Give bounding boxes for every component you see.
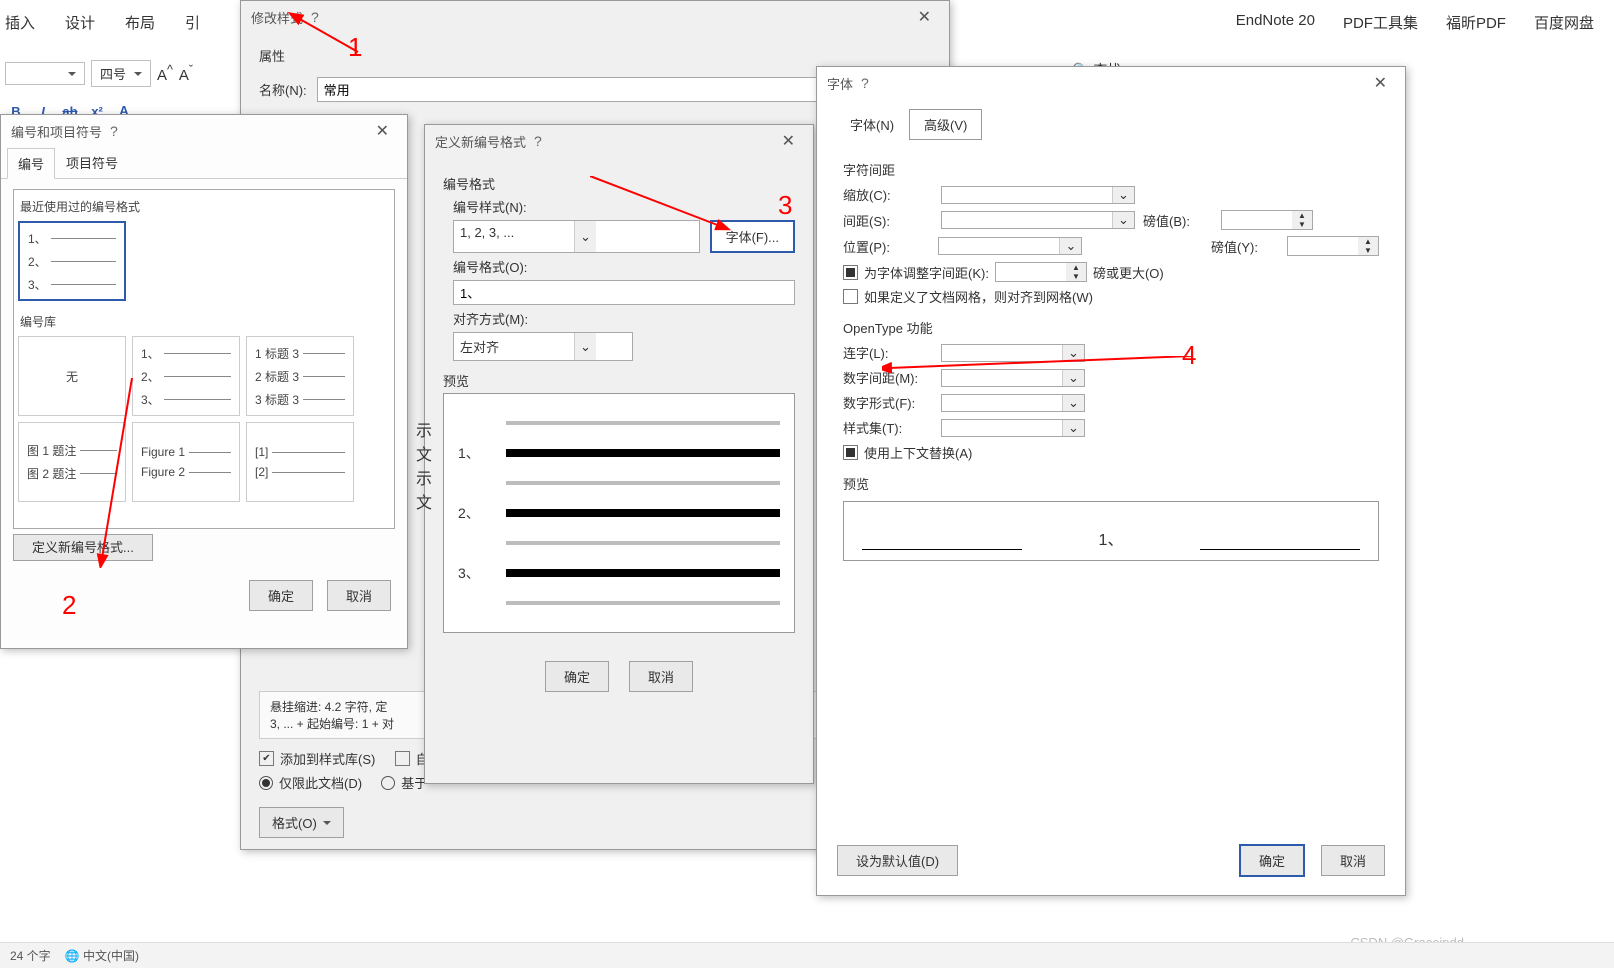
numform-dropdown[interactable]: ⌄ (941, 394, 1085, 412)
bullets-help-icon[interactable]: ? (102, 123, 126, 139)
spacing-pt-spinner[interactable]: ▲▼ (1221, 210, 1313, 230)
opentype-section: OpenType 功能 (843, 318, 1379, 337)
scale-dropdown[interactable]: ⌄ (941, 186, 1135, 204)
lib-item-figen[interactable]: Figure 1 Figure 2 (132, 422, 240, 502)
font-close-icon[interactable]: ✕ (1366, 73, 1395, 93)
newnum-title: 定义新编号格式 (435, 132, 526, 151)
chk-context[interactable] (843, 445, 858, 460)
styleset-label: 样式集(T): (843, 418, 933, 437)
lib-item-cn[interactable]: 1、 2、 3、 (132, 336, 240, 416)
chk-kern[interactable] (843, 265, 858, 280)
chk-addlib[interactable]: ✔ (259, 751, 274, 766)
num-format-input[interactable] (453, 280, 795, 305)
tab-design[interactable]: 设计 (65, 12, 95, 33)
tab-font-advanced[interactable]: 高级(V) (909, 109, 982, 140)
position-dropdown[interactable]: ⌄ (938, 237, 1082, 255)
tab-endnote[interactable]: EndNote 20 (1236, 12, 1315, 33)
numsp-dropdown[interactable]: ⌄ (941, 369, 1085, 387)
position-label: 位置(P): (843, 237, 930, 256)
styleset-dropdown[interactable]: ⌄ (941, 419, 1085, 437)
bullets-dialog: 编号和项目符号 ? ✕ 编号 项目符号 最近使用过的编号格式 1、 2、 3、 … (0, 114, 408, 649)
tab-ref[interactable]: 引 (185, 12, 200, 33)
font-cancel-button[interactable]: 取消 (1321, 845, 1385, 876)
radio-tmpl[interactable] (381, 776, 395, 790)
tab-layout[interactable]: 布局 (125, 12, 155, 33)
font-preview: 1、 (843, 501, 1379, 561)
tab-foxit[interactable]: 福昕PDF (1446, 12, 1506, 33)
position-pt-spinner[interactable]: ▲▼ (1287, 236, 1379, 256)
lang-indicator[interactable]: 🌐 中文(中国) (65, 947, 139, 964)
bg-text: 示文示文 (416, 420, 432, 516)
newnum-cancel-button[interactable]: 取消 (629, 661, 693, 692)
wordcount: 24 个字 (10, 947, 51, 964)
font-button[interactable]: 字体(F)... (710, 220, 795, 253)
lib-item-heading[interactable]: 1 标题 3 2 标题 3 3 标题 3 (246, 336, 354, 416)
kern-spinner[interactable]: ▲▼ (995, 262, 1087, 282)
tab-font-basic[interactable]: 字体(N) (835, 109, 909, 140)
lib-item-figcn[interactable]: 图 1 题注 图 2 题注 (18, 422, 126, 502)
font-dialog: 字体 ? ✕ 字体(N) 高级(V) 字符间距 缩放(C): ⌄ 间距(S): … (816, 66, 1406, 896)
tab-numbering[interactable]: 编号 (7, 148, 55, 179)
font-default-button[interactable]: 设为默认值(D) (837, 845, 958, 876)
tab-bullets[interactable]: 项目符号 (55, 147, 129, 178)
ribbon-tabs: 插入 设计 布局 引 (5, 12, 200, 33)
numform-label: 数字形式(F): (843, 393, 933, 412)
bullets-ok-button[interactable]: 确定 (249, 580, 313, 611)
spacing-section: 字符间距 (843, 160, 1379, 179)
newnum-help-icon[interactable]: ? (526, 133, 550, 149)
modify-name-label: 名称(N): (259, 80, 307, 99)
num-align-dropdown[interactable]: 左对齐⌄ (453, 332, 633, 361)
ribbon-fontsize-row: 四号 A^ Aˇ (5, 60, 193, 87)
radio-docOnly[interactable] (259, 776, 273, 790)
section-library: 编号库 (18, 309, 390, 334)
newnum-close-icon[interactable]: ✕ (774, 131, 803, 151)
font-preview-label: 预览 (843, 474, 1379, 493)
num-format-label: 编号格式(O): (453, 257, 795, 276)
font-ok-button[interactable]: 确定 (1239, 844, 1305, 877)
define-new-num-button[interactable]: 定义新编号格式... (13, 534, 153, 561)
num-style-label: 编号样式(N): (453, 197, 795, 216)
chk-snap-grid[interactable] (843, 289, 858, 304)
section-recent: 最近使用过的编号格式 (18, 194, 390, 219)
spacing-dropdown[interactable]: ⌄ (941, 211, 1135, 229)
bullets-close-icon[interactable]: ✕ (368, 121, 397, 141)
format-dropdown-button[interactable]: 格式(O) (259, 807, 344, 838)
font-name-dropdown[interactable] (5, 62, 85, 85)
tab-pdftools[interactable]: PDF工具集 (1343, 12, 1418, 33)
pt1-label: 磅值(B): (1143, 211, 1213, 230)
number-library-list[interactable]: 最近使用过的编号格式 1、 2、 3、 编号库 无 1、 2、 3、 1 标题 … (13, 189, 395, 529)
preview-label: 预览 (443, 371, 795, 390)
status-bar: 24 个字 🌐 中文(中国) (0, 942, 1614, 968)
numsp-label: 数字间距(M): (843, 368, 933, 387)
newnum-group: 编号格式 (443, 174, 795, 193)
spacing-label: 间距(S): (843, 211, 933, 230)
chk-auto[interactable] (395, 751, 410, 766)
modify-close-icon[interactable]: ✕ (910, 7, 939, 27)
num-style-dropdown[interactable]: 1, 2, 3, ...⌄ (453, 220, 700, 253)
font-size-dropdown[interactable]: 四号 (91, 60, 151, 87)
bullets-title: 编号和项目符号 (11, 122, 102, 141)
modify-attr-group: 属性 (259, 46, 931, 65)
scale-label: 缩放(C): (843, 185, 933, 204)
tab-insert[interactable]: 插入 (5, 12, 35, 33)
modify-help-icon[interactable]: ? (303, 9, 327, 25)
lib-item-recent-1[interactable]: 1、 2、 3、 (18, 221, 126, 301)
modify-title: 修改样式 (251, 8, 303, 27)
num-align-label: 对齐方式(M): (453, 309, 795, 328)
bullets-cancel-button[interactable]: 取消 (327, 580, 391, 611)
num-preview: 1、 2、 3、 (443, 393, 795, 633)
new-number-format-dialog: 定义新编号格式 ? ✕ 编号格式 编号样式(N): 1, 2, 3, ...⌄ … (424, 124, 814, 784)
liga-label: 连字(L): (843, 343, 933, 362)
shrink-font-icon[interactable]: Aˇ (179, 63, 193, 84)
tab-baidu[interactable]: 百度网盘 (1534, 12, 1594, 33)
lib-item-none[interactable]: 无 (18, 336, 126, 416)
font-help-icon[interactable]: ? (853, 75, 877, 91)
ribbon-tabs-right: EndNote 20 PDF工具集 福昕PDF 百度网盘 (1236, 12, 1594, 33)
grow-font-icon[interactable]: A^ (157, 63, 173, 84)
lib-item-bracket[interactable]: [1] [2] (246, 422, 354, 502)
pt2-label: 磅值(Y): (1211, 237, 1279, 256)
newnum-ok-button[interactable]: 确定 (545, 661, 609, 692)
font-title: 字体 (827, 74, 853, 93)
liga-dropdown[interactable]: ⌄ (941, 344, 1085, 362)
